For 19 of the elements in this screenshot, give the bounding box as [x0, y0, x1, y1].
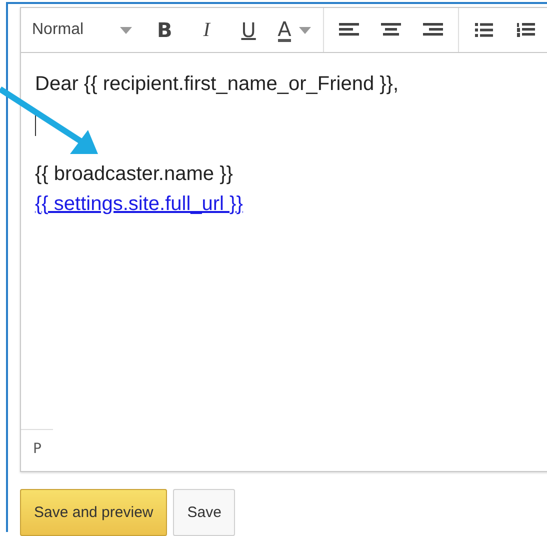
- save-button[interactable]: Save: [173, 489, 236, 536]
- rich-text-editor[interactable]: Normal B I U A Dear {{ recipient.first_name_or_Friend }}, {{ broadcaster.name }} {{ settings.site.full_url }} P: [20, 7, 547, 472]
- body-text: {{ broadcaster.name }}: [35, 162, 233, 187]
- align-center-icon: [381, 23, 402, 37]
- save-and-preview-button[interactable]: Save and preview: [20, 489, 168, 536]
- body-text: Dear {{ recipient.first_name_or_Friend }},: [35, 72, 399, 97]
- url-link[interactable]: {{ settings.site.full_url }}: [35, 189, 243, 219]
- underline-button[interactable]: U: [228, 8, 270, 52]
- text-color-button[interactable]: A: [270, 8, 320, 52]
- caret-icon: [120, 26, 132, 34]
- caret-icon: [299, 26, 312, 34]
- numbered-list-icon: [517, 23, 536, 37]
- bullet-list-icon: [475, 23, 494, 37]
- element-path: P: [21, 429, 54, 471]
- align-right-icon: [423, 23, 444, 37]
- align-left-icon: [339, 23, 360, 37]
- bold-button[interactable]: B: [144, 8, 186, 52]
- format-dropdown[interactable]: Normal: [21, 8, 140, 52]
- italic-button[interactable]: I: [186, 8, 228, 52]
